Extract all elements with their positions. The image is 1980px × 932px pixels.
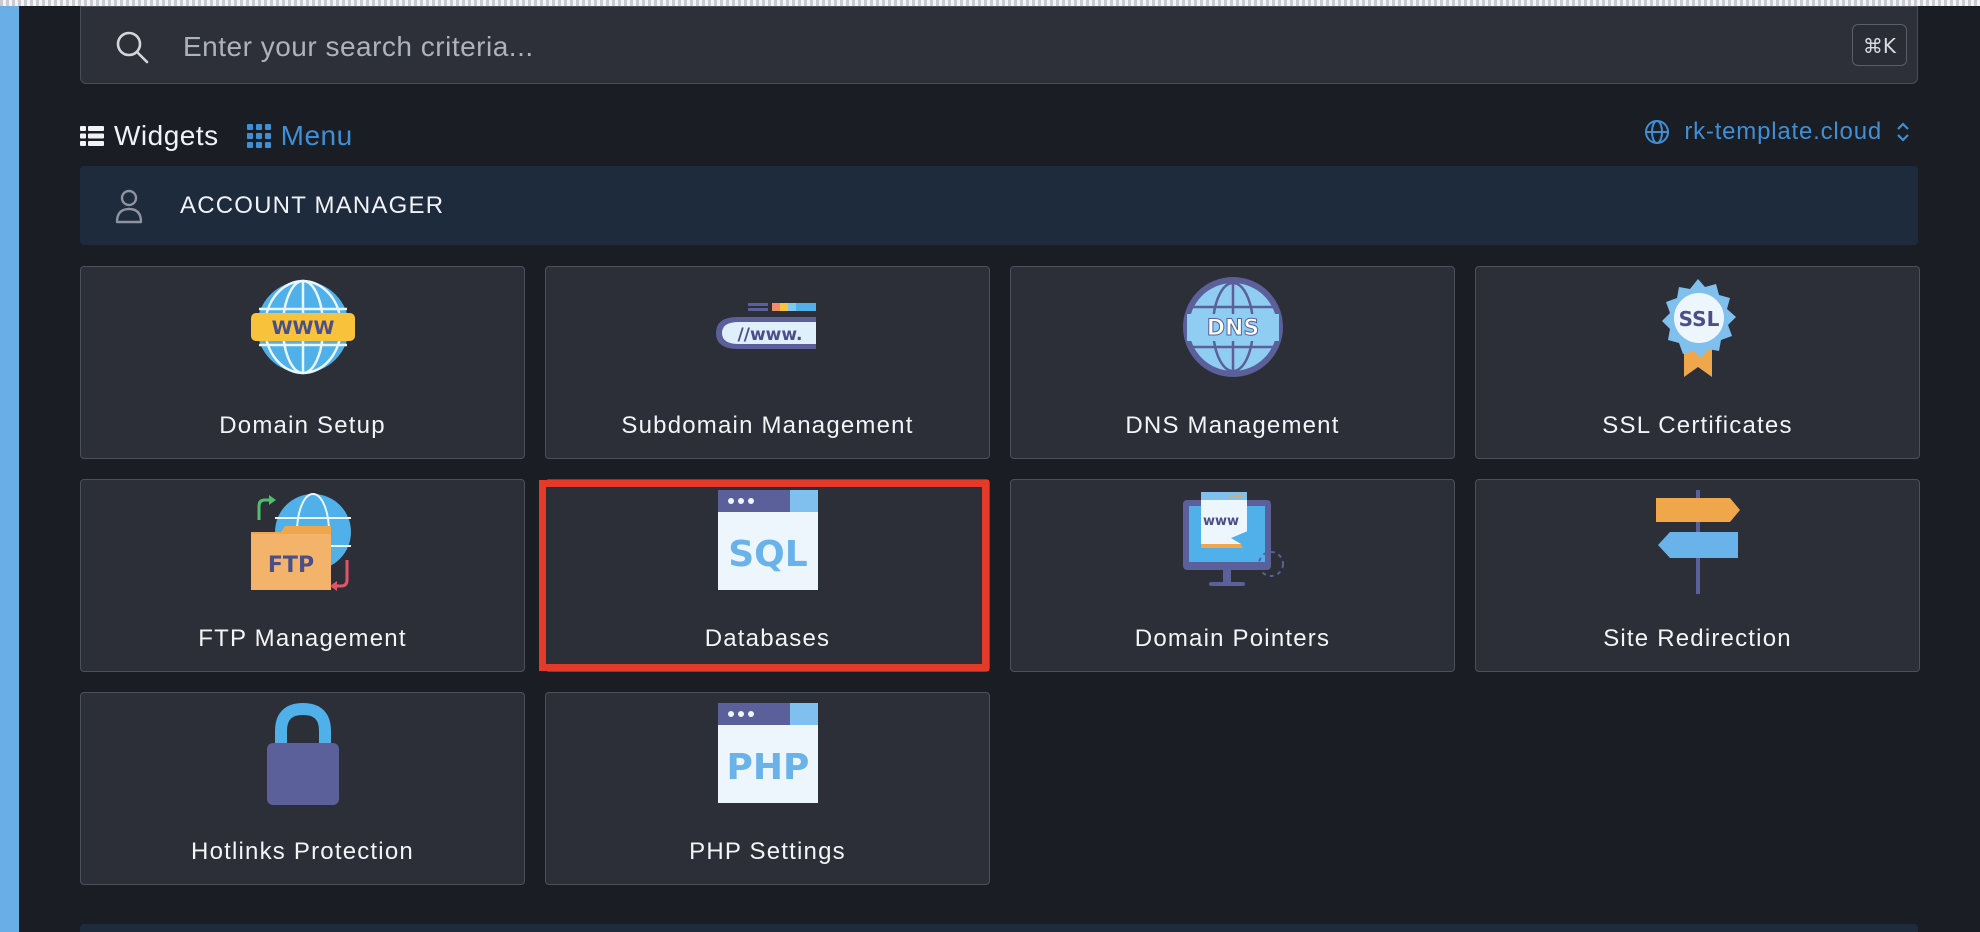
card-site-redirection[interactable]: Site Redirection: [1475, 479, 1920, 672]
domain-selector[interactable]: rk-template.cloud: [1644, 114, 1910, 150]
card-ssl-certificates[interactable]: SSL SSL Certificates: [1475, 266, 1920, 459]
card-label: Subdomain Management: [621, 412, 914, 439]
card-label: FTP Management: [198, 625, 407, 652]
svg-text:PHP: PHP: [726, 747, 809, 788]
card-label: Hotlinks Protection: [191, 838, 414, 865]
card-label: Domain Setup: [219, 412, 386, 439]
card-label: PHP Settings: [689, 838, 846, 865]
search-icon: [116, 31, 149, 64]
search-bar[interactable]: ⌘K: [80, 6, 1918, 84]
card-subdomain-management[interactable]: //www. Subdomain Management: [545, 266, 990, 459]
svg-text:WWW: WWW: [271, 317, 334, 339]
list-icon: [80, 126, 104, 146]
www-globe-icon: WWW: [250, 279, 355, 375]
search-shortcut-hint: ⌘K: [1851, 24, 1907, 66]
svg-text:SSL: SSL: [1678, 307, 1719, 331]
card-label: Domain Pointers: [1134, 625, 1331, 652]
next-section-header-edge: [80, 924, 1918, 932]
padlock-icon: [266, 703, 339, 805]
card-databases[interactable]: SQL Databases: [545, 479, 990, 672]
left-accent-bar: [0, 6, 19, 932]
account-manager-section-header: ACCOUNT MANAGER: [80, 166, 1918, 245]
svg-text:DNS: DNS: [1206, 316, 1259, 341]
domain-pointer-monitor-icon: www: [1182, 492, 1284, 586]
tab-widgets-label: Widgets: [114, 120, 219, 151]
tab-widgets[interactable]: Widgets: [80, 120, 219, 152]
dns-globe-icon: DNS: [1182, 277, 1283, 377]
card-label: Databases: [704, 625, 831, 652]
tab-menu-label: Menu: [280, 120, 353, 151]
chevron-up-down-icon: [1897, 122, 1909, 142]
section-title: ACCOUNT MANAGER: [180, 192, 445, 219]
card-label: Site Redirection: [1603, 625, 1792, 652]
signpost-icon: [1655, 490, 1740, 594]
svg-text://www.: //www.: [737, 325, 802, 345]
view-tabs: Widgets Menu: [80, 118, 353, 154]
card-label: SSL Certificates: [1602, 412, 1793, 439]
svg-text:FTP: FTP: [267, 553, 313, 578]
grid-icon: [246, 124, 271, 148]
ssl-badge-icon: SSL: [1661, 279, 1736, 377]
card-domain-setup[interactable]: WWW Domain Setup: [80, 266, 525, 459]
ftp-folder-icon: FTP: [250, 493, 351, 591]
card-label: DNS Management: [1125, 412, 1340, 439]
card-domain-pointers[interactable]: www Domain Pointers: [1010, 479, 1455, 672]
card-ftp-management[interactable]: FTP FTP Management: [80, 479, 525, 672]
sql-window-icon: SQL: [717, 490, 818, 590]
domain-selector-value: rk-template.cloud: [1684, 118, 1882, 145]
url-bar-icon: //www.: [715, 303, 816, 349]
user-icon: [115, 189, 143, 224]
card-php-settings[interactable]: PHP PHP Settings: [545, 692, 990, 885]
card-dns-management[interactable]: DNS DNS Management: [1010, 266, 1455, 459]
php-window-icon: PHP: [717, 703, 818, 803]
svg-text:SQL: SQL: [728, 534, 807, 575]
globe-icon: [1645, 120, 1670, 144]
tab-menu[interactable]: Menu: [246, 120, 353, 152]
svg-text:www: www: [1202, 514, 1238, 529]
search-input[interactable]: [181, 27, 1685, 67]
card-hotlinks-protection[interactable]: Hotlinks Protection: [80, 692, 525, 885]
